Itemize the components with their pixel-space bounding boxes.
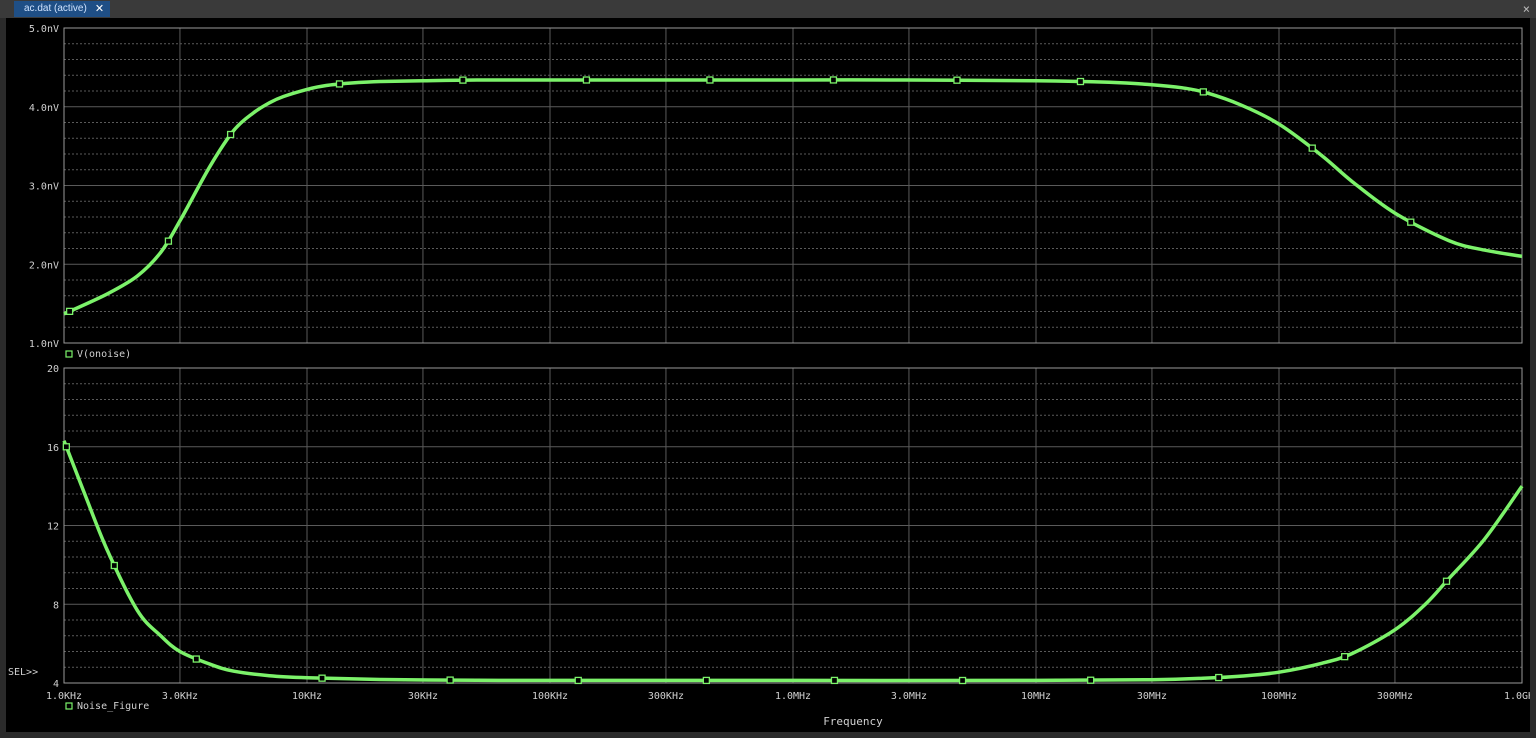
trace-marker — [1076, 77, 1085, 86]
trace-marker — [164, 237, 173, 245]
trace-marker — [574, 676, 582, 685]
x-tick-label: 10MHz — [1021, 691, 1051, 702]
y-tick-label: 8 — [53, 600, 59, 611]
waveform-window: ac.dat (active) ✕ × 1.0nV 2.0nV 3.0nV 4.0nV… — [0, 0, 1536, 738]
x-tick-label: 1.0KHz — [46, 691, 82, 702]
trace-marker — [953, 76, 961, 84]
x-tick-label: 3.0MHz — [891, 691, 927, 702]
trace-marker — [65, 307, 74, 316]
trace-marker — [1215, 673, 1223, 682]
legend-label: Noise_Figure — [77, 701, 149, 712]
trace-marker — [110, 561, 118, 570]
trace-marker — [1442, 577, 1451, 585]
trace-marker — [318, 674, 326, 682]
x-tick-label: 30MHz — [1137, 691, 1167, 702]
window-close-icon[interactable]: × — [1523, 0, 1530, 18]
y-tick-label: 20 — [47, 364, 59, 375]
x-tick-label: 10KHz — [292, 691, 322, 702]
y-tick-label: 5.0nV — [29, 24, 59, 35]
trace-marker — [702, 676, 711, 685]
y-tick-label: 4 — [53, 679, 59, 690]
tab-ac-dat[interactable]: ac.dat (active) ✕ — [14, 1, 111, 17]
trace-marker — [192, 655, 200, 663]
tab-label: ac.dat (active) — [24, 3, 87, 14]
trace-marker — [1308, 144, 1316, 152]
y-tick-label: 12 — [47, 522, 59, 533]
trace-marker — [1341, 653, 1349, 661]
legend-label: V(onoise) — [77, 349, 131, 360]
trace-marker — [335, 80, 344, 88]
x-tick-label: 3.0KHz — [162, 691, 198, 702]
x-tick-label: 30KHz — [408, 691, 438, 702]
trace-marker — [958, 676, 967, 685]
tab-bar: ac.dat (active) ✕ × — [0, 0, 1536, 18]
y-tick-label: 4.0nV — [29, 103, 59, 114]
legend-marker-icon — [65, 702, 73, 710]
trace-marker — [1087, 676, 1095, 684]
trace-marker — [706, 76, 714, 84]
plot-area[interactable]: 1.0nV 2.0nV 3.0nV 4.0nV 5.0nV V(onoise) 4 8 12 16… — [6, 18, 1530, 732]
x-tick-label: 300MHz — [1377, 691, 1413, 702]
trace-marker — [582, 76, 591, 84]
trace-marker — [1407, 218, 1415, 226]
sel-marker: SEL>> — [8, 667, 38, 678]
y-tick-label: 16 — [47, 443, 59, 454]
x-tick-label: 1.0MHz — [775, 691, 811, 702]
x-tick-label: 300KHz — [648, 691, 684, 702]
trace-marker — [62, 443, 70, 451]
trace-marker — [830, 676, 839, 685]
trace-marker — [226, 130, 235, 139]
x-axis-label: Frequency — [823, 715, 883, 728]
waveform-plot[interactable]: 1.0nV 2.0nV 3.0nV 4.0nV 5.0nV V(onoise) 4 8 12 16… — [6, 18, 1530, 732]
x-tick-label: 100KHz — [532, 691, 568, 702]
legend-marker-icon — [65, 350, 73, 358]
x-tick-label: 1.0GHz — [1504, 691, 1530, 702]
y-tick-label: 2.0nV — [29, 260, 59, 271]
y-tick-label: 1.0nV — [29, 339, 59, 350]
x-tick-label: 100MHz — [1261, 691, 1297, 702]
trace-marker — [829, 76, 838, 84]
trace-marker — [1199, 88, 1207, 96]
trace-marker — [446, 676, 454, 684]
y-tick-label: 3.0nV — [29, 182, 59, 193]
close-icon[interactable]: ✕ — [95, 1, 104, 17]
trace-marker — [459, 76, 467, 84]
